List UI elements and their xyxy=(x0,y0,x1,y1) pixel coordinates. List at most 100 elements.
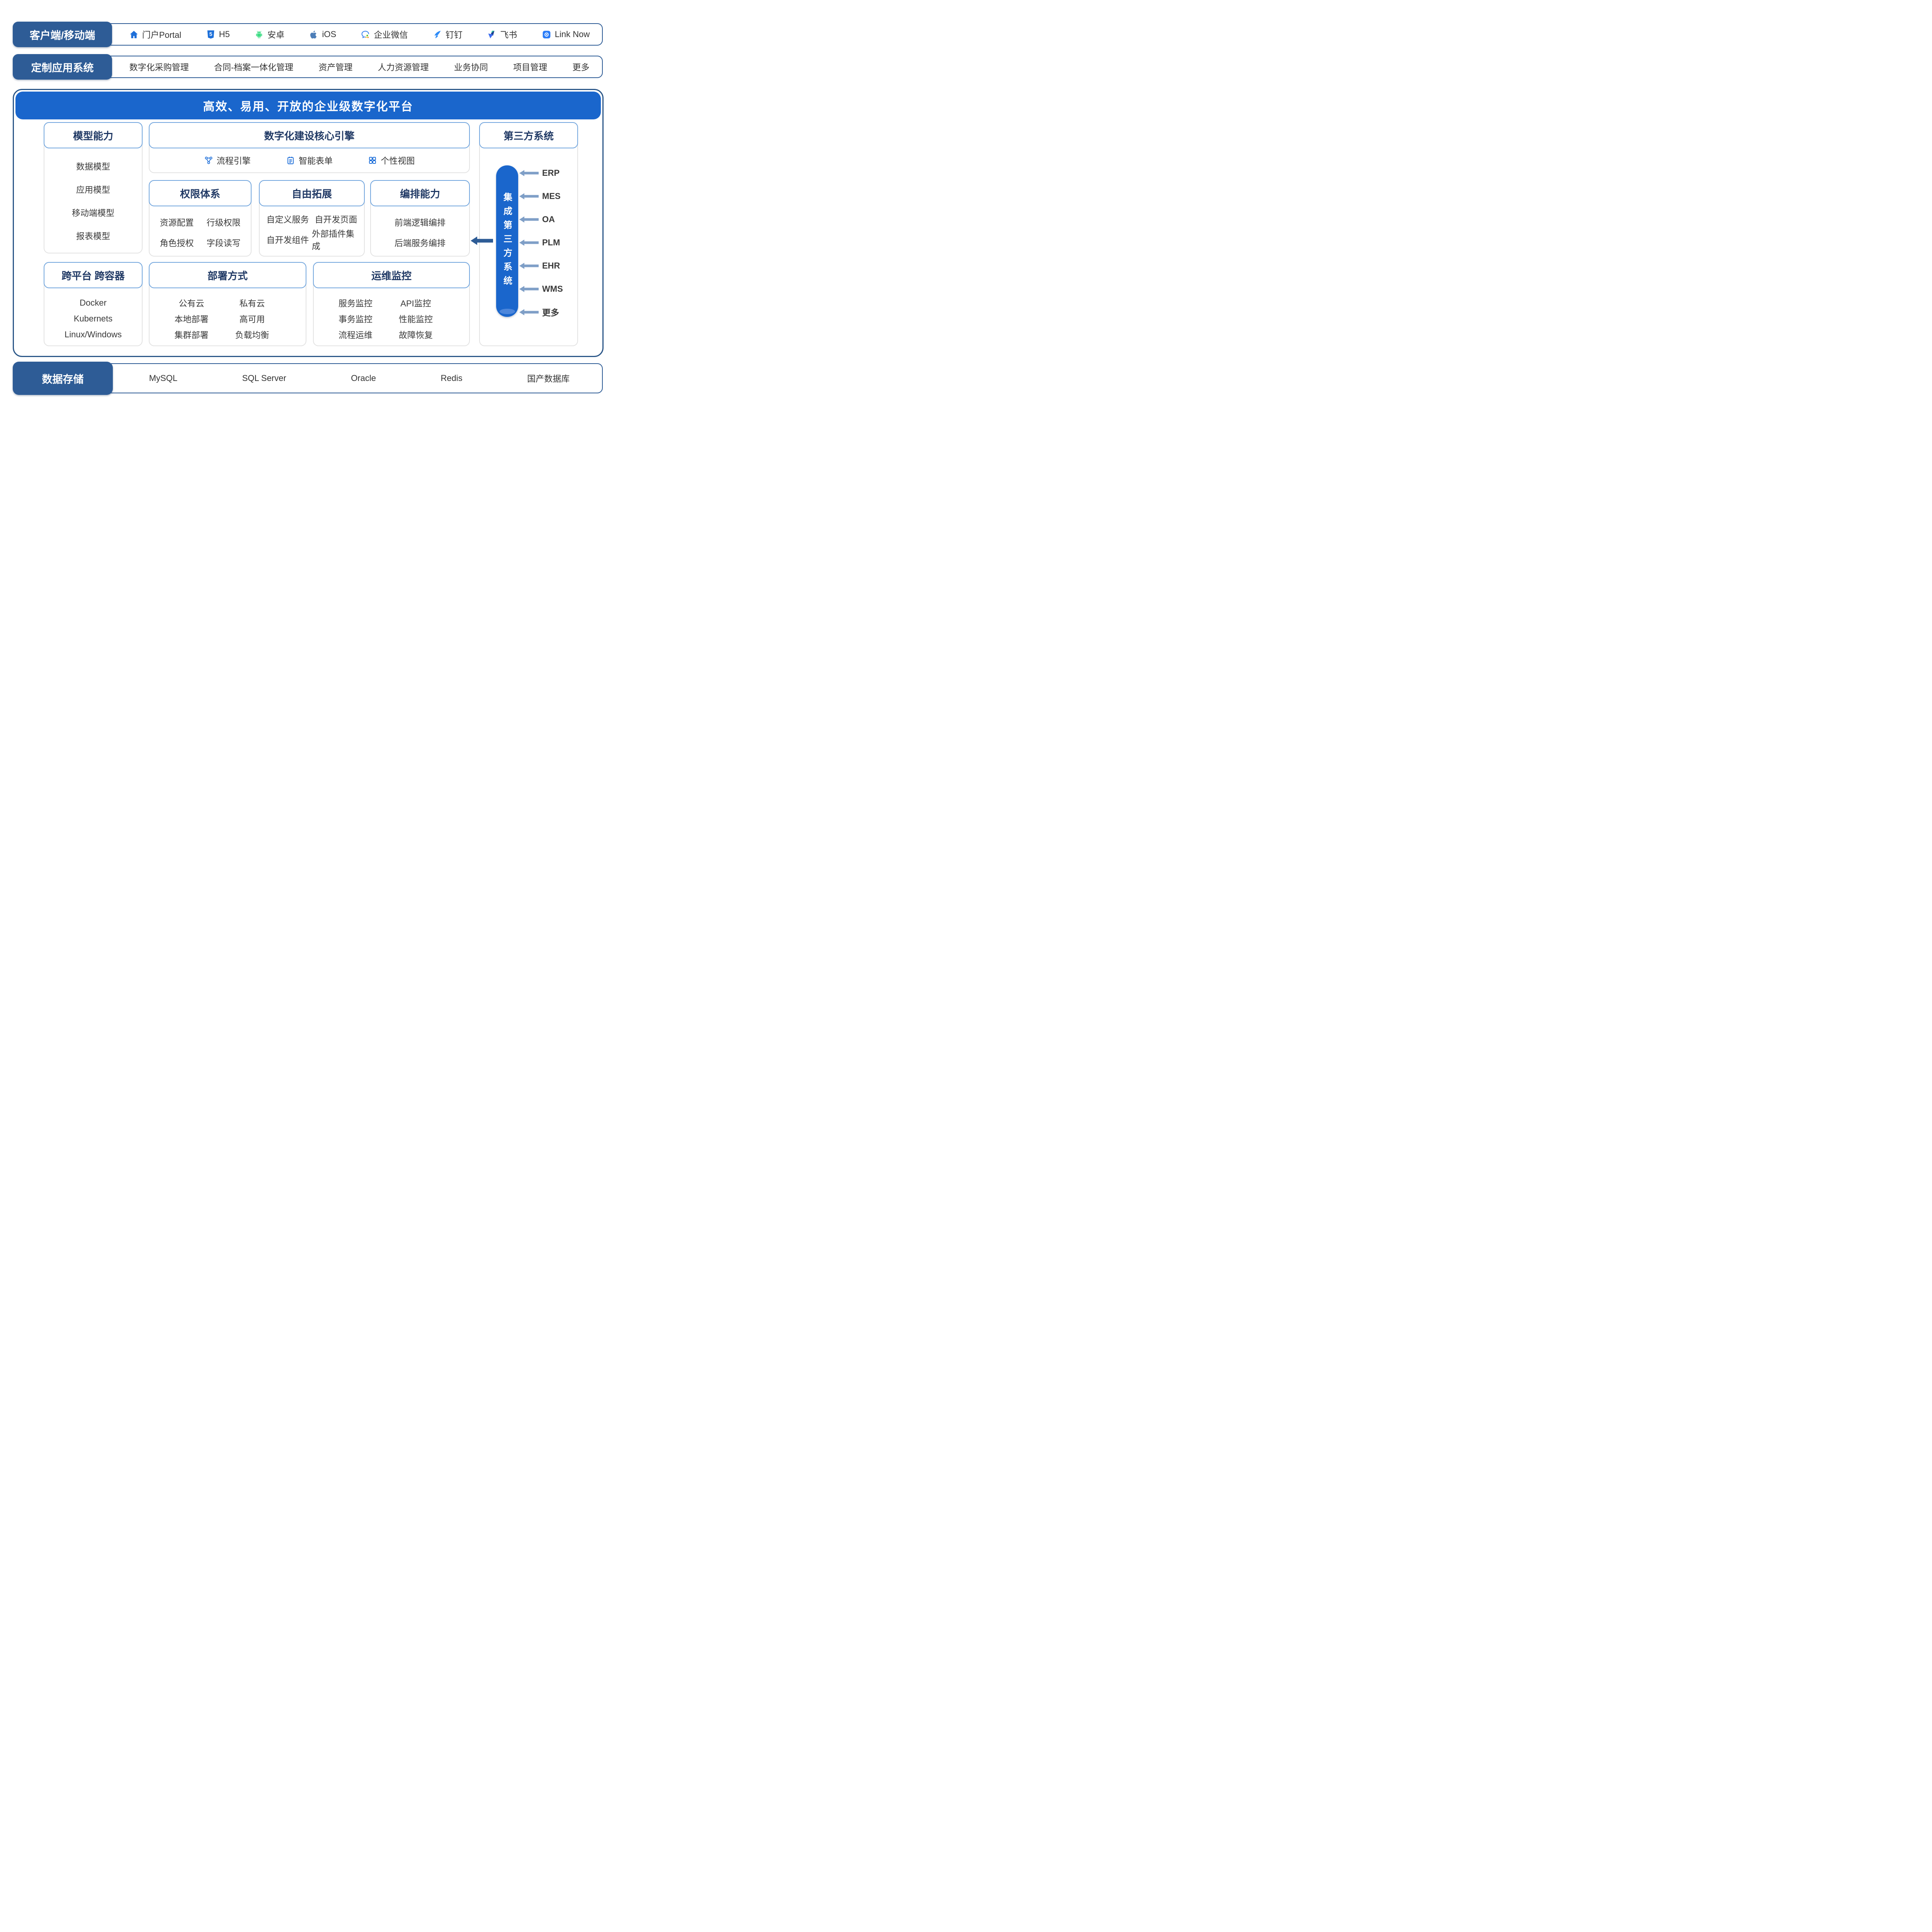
section-deployment: 部署方式 公有云 私有云 本地部署 高可用 集群部署 负载均衡 xyxy=(149,262,306,346)
client-item-label: 安卓 xyxy=(267,28,284,41)
model-item: 报表模型 xyxy=(44,224,142,247)
ops-item: API监控 xyxy=(400,297,431,309)
third-party-system-label: EHR xyxy=(542,261,560,271)
client-item-label: iOS xyxy=(322,29,336,39)
platform-banner-title: 高效、易用、开放的企业级数字化平台 xyxy=(15,92,601,119)
model-capability-title: 模型能力 xyxy=(44,122,143,148)
free-extension-item: 自开发页面 xyxy=(315,213,357,225)
client-item-wechat-work: 企业微信 xyxy=(361,28,408,41)
third-party-system-label: ERP xyxy=(542,168,560,178)
android-icon xyxy=(254,30,264,39)
ops-item: 服务监控 xyxy=(338,297,372,309)
deployment-item: 高可用 xyxy=(239,313,265,325)
third-party-system-label: MES xyxy=(542,191,561,201)
orchestration-item: 后端服务编排 xyxy=(395,236,446,249)
form-icon xyxy=(286,156,295,165)
third-party-system-label: PLM xyxy=(542,238,560,248)
client-item-dingtalk: 钉钉 xyxy=(432,28,463,41)
data-storage-row: MySQL SQL Server Oracle Redis 国产数据库 xyxy=(39,363,603,393)
section-ops-monitoring: 运维监控 服务监控 API监控 事务监控 性能监控 流程运维 故障恢复 xyxy=(313,262,470,346)
client-item-linknow: Link Now xyxy=(542,29,590,39)
third-party-system-row: PLM xyxy=(519,235,576,250)
free-extension-item: 自开发组件 xyxy=(266,233,309,246)
section-third-party: 第三方系统 集成第三方系统 ERP MES OA PLM xyxy=(479,122,578,346)
dingtalk-icon xyxy=(432,30,442,39)
deployment-title: 部署方式 xyxy=(149,262,306,288)
app-item-more: 更多 xyxy=(572,61,589,73)
client-item-h5: 5 H5 xyxy=(206,29,230,39)
permission-item: 字段读写 xyxy=(206,236,240,249)
third-party-title: 第三方系统 xyxy=(479,122,578,148)
flow-icon xyxy=(204,156,213,165)
cross-platform-item: Docker xyxy=(80,298,107,308)
third-party-system-row: 更多 xyxy=(519,304,576,320)
client-item-label: H5 xyxy=(219,29,230,39)
core-engine-title: 数字化建设核心引擎 xyxy=(149,122,470,148)
permission-item: 角色授权 xyxy=(160,236,194,249)
app-item: 数字化采购管理 xyxy=(129,61,189,73)
section-model-capability: 模型能力 数据模型 应用模型 移动端模型 报表模型 xyxy=(44,122,143,253)
third-party-system-row: WMS xyxy=(519,281,576,297)
left-arrow-icon xyxy=(519,263,539,269)
database-item: MySQL xyxy=(149,373,177,383)
app-item: 业务协同 xyxy=(454,61,488,73)
client-item-label: 钉钉 xyxy=(446,28,463,41)
html5-icon: 5 xyxy=(206,30,216,39)
third-party-system-label: WMS xyxy=(542,284,563,294)
left-arrow-icon xyxy=(519,286,539,292)
ops-item: 事务监控 xyxy=(338,313,372,325)
ops-monitoring-title: 运维监控 xyxy=(313,262,470,288)
model-item: 移动端模型 xyxy=(44,201,142,224)
pill-bottom-ellipse xyxy=(500,309,515,314)
left-arrow-icon xyxy=(519,170,539,176)
deployment-item: 公有云 xyxy=(179,297,204,309)
database-item: 国产数据库 xyxy=(527,372,570,384)
client-item-android: 安卓 xyxy=(254,28,284,41)
section-free-extension: 自由拓展 自定义服务 自开发页面 自开发组件 外部插件集成 xyxy=(259,180,365,257)
section-permission: 权限体系 资源配置 行级权限 角色授权 字段读写 xyxy=(149,180,252,257)
core-feature-form: 智能表单 xyxy=(286,154,333,167)
app-item: 人力资源管理 xyxy=(378,61,429,73)
custom-apps-row-label: 定制应用系统 xyxy=(13,54,112,80)
data-storage-label: 数据存储 xyxy=(13,362,113,395)
client-item-ios: iOS xyxy=(309,29,336,39)
section-cross-platform: 跨平台 跨容器 Docker Kubernets Linux/Windows xyxy=(44,262,143,346)
left-arrow-icon xyxy=(519,309,539,315)
third-party-system-label: 更多 xyxy=(542,306,559,318)
left-arrow-icon xyxy=(519,193,539,199)
orchestration-item: 前端逻辑编排 xyxy=(395,216,446,228)
third-party-system-row: MES xyxy=(519,189,576,204)
app-item: 合同-档案一体化管理 xyxy=(214,61,293,73)
third-party-system-row: EHR xyxy=(519,258,576,274)
client-item-portal: 门户Portal xyxy=(129,28,181,41)
app-item: 资产管理 xyxy=(318,61,352,73)
platform-container: 高效、易用、开放的企业级数字化平台 模型能力 数据模型 应用模型 移动端模型 报… xyxy=(13,89,604,357)
wechat-work-icon xyxy=(361,30,371,39)
feishu-icon xyxy=(487,30,497,39)
ops-item: 性能监控 xyxy=(399,313,433,325)
client-item-label: 企业微信 xyxy=(374,28,408,41)
orchestration-title: 编排能力 xyxy=(370,180,470,206)
permission-title: 权限体系 xyxy=(149,180,252,206)
database-item: Redis xyxy=(440,373,462,383)
section-core-engine: 数字化建设核心引擎 流程引擎 智能表单 个性视图 xyxy=(149,122,470,173)
client-item-label: Link Now xyxy=(555,29,590,39)
left-arrow-icon xyxy=(519,216,539,223)
app-item: 项目管理 xyxy=(513,61,547,73)
model-item: 应用模型 xyxy=(44,178,142,201)
svg-text:5: 5 xyxy=(209,31,212,37)
cross-platform-item: Linux/Windows xyxy=(65,330,122,340)
third-party-system-row: ERP xyxy=(519,165,576,181)
integrate-third-party-pill: 集成第三方系统 xyxy=(496,165,518,317)
grid-view-icon xyxy=(368,156,377,165)
cross-platform-title: 跨平台 跨容器 xyxy=(44,262,143,288)
core-feature-label: 智能表单 xyxy=(299,154,333,167)
home-icon xyxy=(129,30,139,39)
ops-item: 流程运维 xyxy=(338,328,372,341)
section-orchestration: 编排能力 前端逻辑编排 后端服务编排 xyxy=(370,180,470,257)
database-item: Oracle xyxy=(351,373,376,383)
deployment-item: 集群部署 xyxy=(174,328,208,341)
integration-arrow-icon xyxy=(471,236,493,245)
deployment-item: 负载均衡 xyxy=(235,328,269,341)
ops-item: 故障恢复 xyxy=(399,328,433,341)
